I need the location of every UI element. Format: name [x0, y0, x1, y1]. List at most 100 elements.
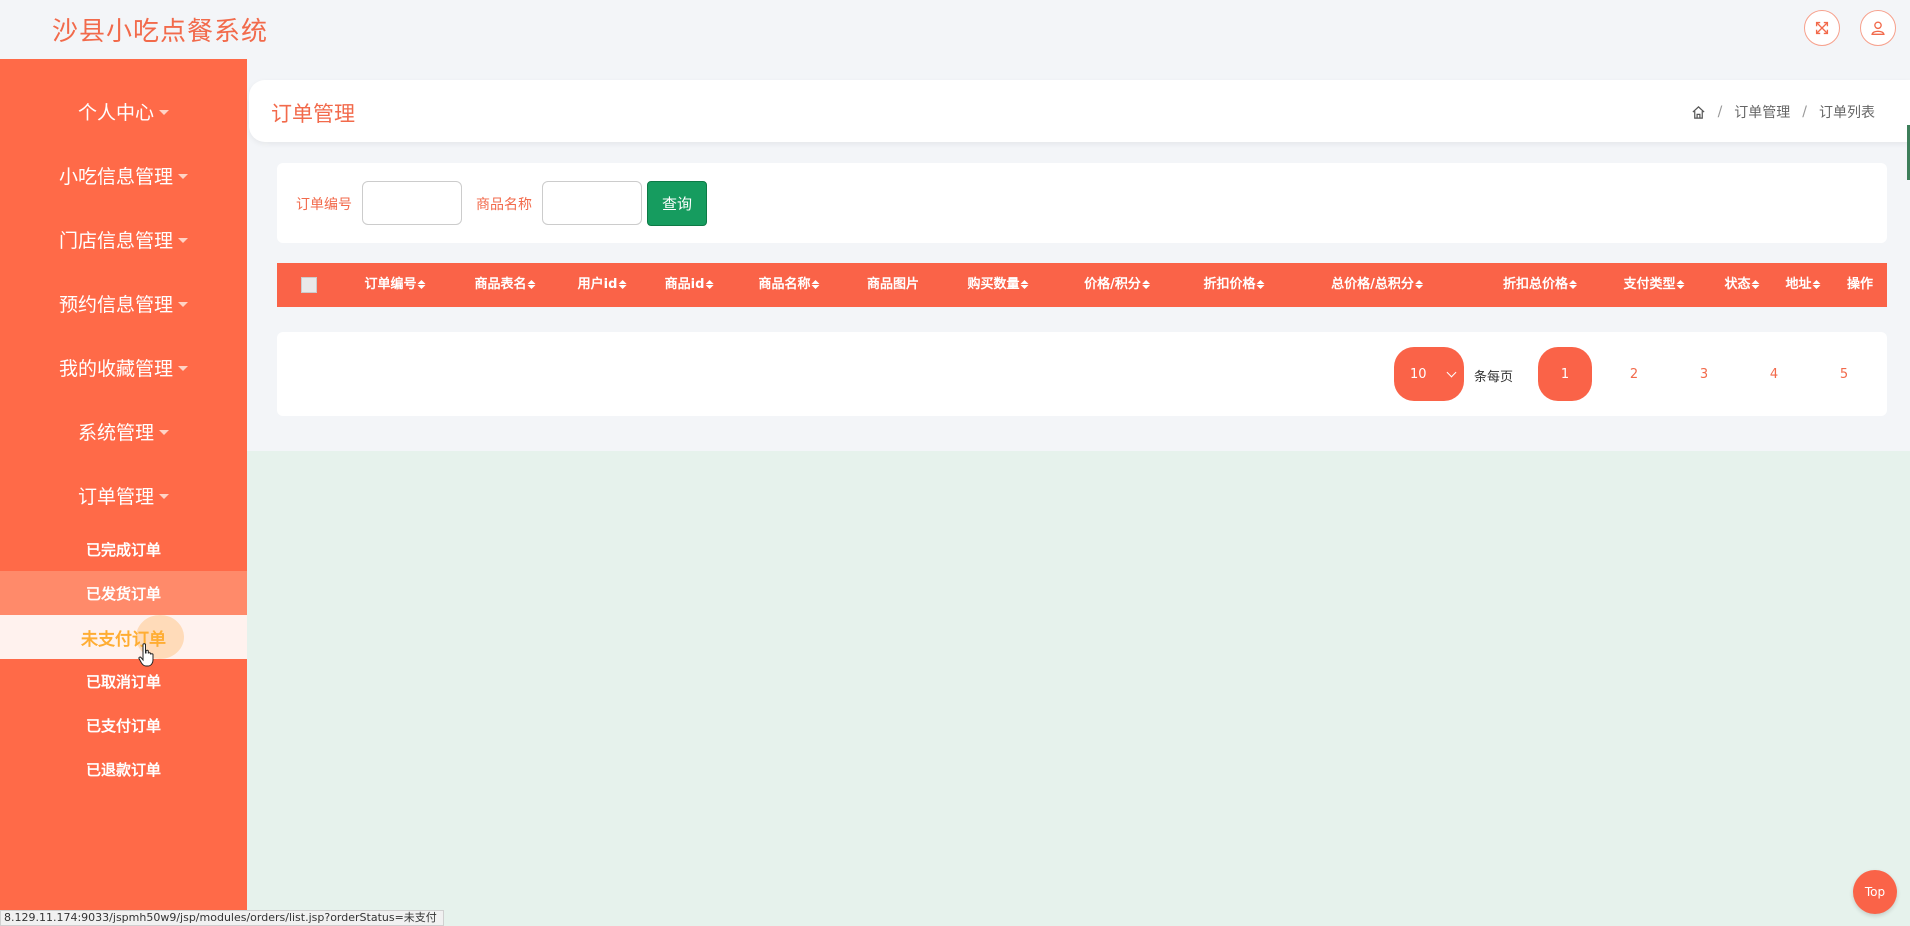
- column-label: 用户id: [577, 277, 618, 292]
- submenu-label: 已取消订单: [85, 672, 161, 691]
- col-quantity-header[interactable]: 购买数量: [967, 263, 1029, 307]
- sort-icon[interactable]: [527, 280, 536, 289]
- col-product-table-header[interactable]: 商品表名: [474, 263, 536, 307]
- chevron-down-icon: [178, 365, 188, 371]
- pagination-panel: 10 条每页 1 2 3 4 5: [277, 332, 1887, 416]
- sort-icon[interactable]: [811, 280, 820, 289]
- sort-icon[interactable]: [1751, 280, 1760, 289]
- col-product-image-header: 商品图片: [867, 263, 919, 307]
- col-order-no-header[interactable]: 订单编号: [364, 263, 426, 307]
- sidebar-item-label: 小吃信息管理: [58, 165, 173, 188]
- sidebar-item-label: 系统管理: [77, 421, 154, 444]
- column-label: 折扣价格: [1203, 277, 1256, 292]
- breadcrumb-separator: /: [1717, 104, 1723, 120]
- col-status-header[interactable]: 状态: [1724, 263, 1760, 307]
- sidebar-item-label: 订单管理: [77, 485, 154, 508]
- col-discount-total-header[interactable]: 折扣总价格: [1502, 263, 1578, 307]
- sidebar: 个人中心 小吃信息管理 门店信息管理 预约信息管理 我的收藏管理 系统管理 订单…: [0, 59, 247, 926]
- per-page-label: 条每页: [1474, 370, 1514, 385]
- sidebar-item-store-info[interactable]: 门店信息管理: [0, 214, 247, 264]
- chevron-down-icon: [159, 493, 169, 499]
- sort-icon[interactable]: [1676, 280, 1685, 289]
- product-name-input[interactable]: [542, 181, 642, 225]
- column-label: 商品图片: [866, 277, 920, 292]
- col-product-id-header[interactable]: 商品id: [665, 263, 714, 307]
- app-title: 沙县小吃点餐系统: [52, 17, 269, 47]
- col-product-name-header[interactable]: 商品名称: [758, 263, 820, 307]
- submenu-refunded-orders[interactable]: 已退款订单: [0, 747, 247, 791]
- order-no-label: 订单编号: [296, 197, 352, 213]
- home-icon[interactable]: [1691, 105, 1706, 120]
- col-pay-type-header[interactable]: 支付类型: [1623, 263, 1685, 307]
- sort-icon[interactable]: [618, 280, 627, 289]
- col-address-header[interactable]: 地址: [1785, 263, 1821, 307]
- submenu-completed-orders[interactable]: 已完成订单: [0, 527, 247, 571]
- page-title: 订单管理: [271, 102, 355, 126]
- column-label: 支付类型: [1623, 277, 1676, 292]
- sidebar-item-snack-info[interactable]: 小吃信息管理: [0, 150, 247, 200]
- sidebar-item-orders[interactable]: 订单管理: [0, 470, 247, 520]
- column-label: 商品名称: [758, 277, 811, 292]
- column-label: 地址: [1785, 277, 1812, 292]
- sort-icon[interactable]: [1569, 280, 1578, 289]
- column-label: 状态: [1724, 277, 1751, 292]
- page-size-select[interactable]: 10: [1394, 347, 1464, 401]
- search-panel: 订单编号 商品名称 查询: [277, 163, 1887, 243]
- fullscreen-icon[interactable]: [1804, 10, 1840, 46]
- sidebar-item-label: 预约信息管理: [58, 293, 173, 316]
- sort-icon[interactable]: [1256, 280, 1265, 289]
- status-bar-url: 8.129.11.174:9033/jspmh50w9/jsp/modules/…: [0, 910, 444, 926]
- chevron-down-icon: [178, 173, 188, 179]
- sort-icon[interactable]: [417, 280, 426, 289]
- submenu-label: 已发货订单: [85, 584, 161, 603]
- page-button-1[interactable]: 1: [1538, 347, 1592, 401]
- page-button-4[interactable]: 4: [1747, 347, 1801, 401]
- chevron-down-icon: [1446, 367, 1457, 378]
- back-to-top-button[interactable]: Top: [1853, 870, 1897, 914]
- submenu-unpaid-orders[interactable]: 未支付订单: [0, 615, 247, 659]
- col-actions-header: 操作: [1847, 263, 1873, 307]
- sidebar-item-favorites[interactable]: 我的收藏管理: [0, 342, 247, 392]
- sort-icon[interactable]: [1414, 280, 1423, 289]
- column-label: 折扣总价格: [1502, 277, 1569, 292]
- submenu-label: 已支付订单: [85, 716, 161, 735]
- page-header-card: 订单管理 / 订单管理 / 订单列表: [249, 80, 1910, 142]
- breadcrumb-item-orders[interactable]: 订单管理: [1734, 102, 1790, 122]
- hand-cursor-icon: [138, 643, 154, 667]
- sidebar-item-personal-center[interactable]: 个人中心: [0, 86, 247, 136]
- sidebar-item-label: 门店信息管理: [58, 229, 173, 252]
- page-button-3[interactable]: 3: [1677, 347, 1731, 401]
- order-no-input[interactable]: [362, 181, 462, 225]
- top-header: 沙县小吃点餐系统: [0, 0, 1910, 59]
- query-button[interactable]: 查询: [647, 181, 707, 226]
- breadcrumb-item-order-list: 订单列表: [1819, 105, 1875, 121]
- page-button-5[interactable]: 5: [1817, 347, 1871, 401]
- col-price-header[interactable]: 价格/积分: [1084, 263, 1150, 307]
- chevron-down-icon: [159, 109, 169, 115]
- submenu-paid-orders[interactable]: 已支付订单: [0, 703, 247, 747]
- submenu-shipped-orders[interactable]: 已发货订单: [0, 571, 247, 615]
- sidebar-item-label: 我的收藏管理: [58, 357, 173, 380]
- sort-icon[interactable]: [705, 280, 714, 289]
- sort-icon[interactable]: [1020, 280, 1029, 289]
- col-user-id-header[interactable]: 用户id: [578, 263, 627, 307]
- page-size-value: 10: [1410, 366, 1427, 382]
- column-label: 订单编号: [364, 277, 417, 292]
- submenu-cancelled-orders[interactable]: 已取消订单: [0, 659, 247, 703]
- sidebar-item-system[interactable]: 系统管理: [0, 406, 247, 456]
- col-total-price-header[interactable]: 总价格/总积分: [1331, 263, 1423, 307]
- chevron-down-icon: [178, 237, 188, 243]
- sidebar-item-reservation[interactable]: 预约信息管理: [0, 278, 247, 328]
- sort-icon[interactable]: [1141, 280, 1150, 289]
- page-button-2[interactable]: 2: [1607, 347, 1661, 401]
- sort-icon[interactable]: [1812, 280, 1821, 289]
- select-all-checkbox[interactable]: [301, 277, 317, 293]
- column-label: 操作: [1846, 277, 1874, 292]
- breadcrumb-separator: /: [1802, 104, 1807, 120]
- chevron-down-icon: [159, 429, 169, 435]
- column-label: 总价格/总积分: [1331, 277, 1414, 292]
- submenu-label: 已退款订单: [85, 760, 161, 779]
- chevron-down-icon: [178, 301, 188, 307]
- user-icon[interactable]: [1860, 10, 1896, 46]
- col-discount-price-header[interactable]: 折扣价格: [1203, 263, 1265, 307]
